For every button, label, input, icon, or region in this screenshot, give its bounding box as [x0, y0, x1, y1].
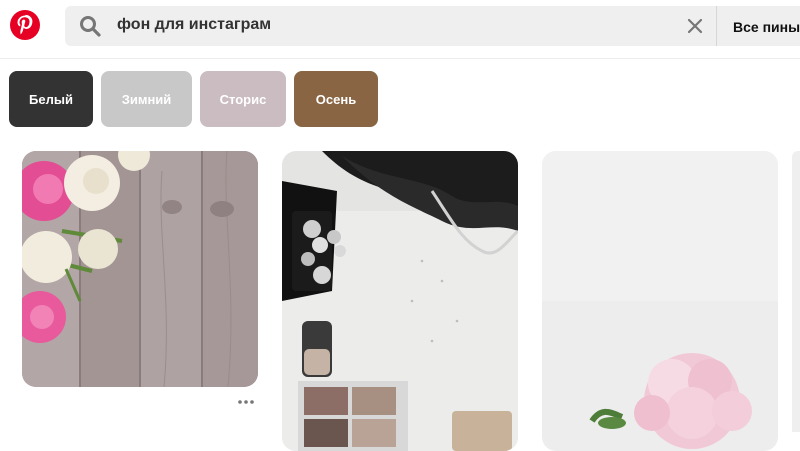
filter-chip-winter[interactable]: Зимний: [101, 71, 192, 127]
search-scope-dropdown[interactable]: Все пины: [717, 6, 800, 46]
filter-chip-label: Осень: [315, 91, 357, 107]
search-bar[interactable]: фон для инстаграм: [65, 6, 718, 46]
search-input[interactable]: фон для инстаграм: [117, 16, 271, 34]
black-feathers-jewelry-makeup-image: [282, 151, 518, 451]
filter-chip-label: Белый: [29, 91, 73, 107]
pin-card[interactable]: [282, 151, 518, 451]
pin-card[interactable]: [542, 151, 778, 451]
search-icon: [80, 16, 101, 37]
pink-roses-on-wood-image: [22, 151, 258, 387]
header: фон для инстаграм Все пины: [0, 0, 800, 59]
pin-card-partial[interactable]: [792, 151, 800, 432]
pinterest-logo-icon[interactable]: [9, 9, 41, 41]
filter-chip-label: Зимний: [121, 91, 172, 107]
pink-peony-on-white-image: [542, 151, 778, 451]
filter-chip-label: Сторис: [219, 91, 267, 107]
filter-chip-autumn[interactable]: Осень: [294, 71, 378, 127]
more-options-icon[interactable]: [236, 395, 256, 409]
filter-chip-stories[interactable]: Сторис: [200, 71, 286, 127]
pin-card[interactable]: [22, 151, 258, 387]
filter-chip-white[interactable]: Белый: [9, 71, 93, 127]
search-scope-label: Все пины: [733, 19, 800, 35]
close-icon[interactable]: [686, 17, 704, 35]
